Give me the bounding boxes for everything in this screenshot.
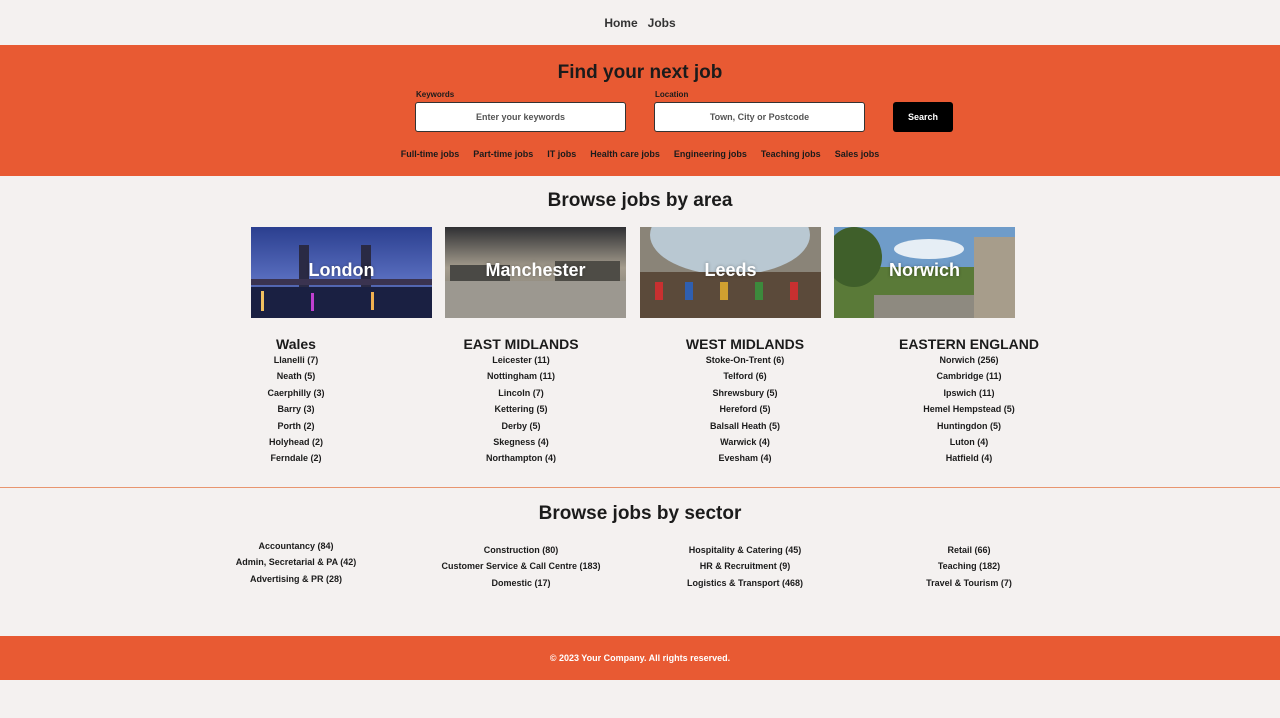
keywords-label: Keywords bbox=[416, 90, 455, 99]
town-link[interactable]: Kettering (5) bbox=[431, 402, 611, 418]
location-input[interactable] bbox=[654, 102, 865, 132]
sector-link[interactable]: Retail (66) bbox=[869, 543, 1069, 559]
quick-link-part-time[interactable]: Part-time jobs bbox=[473, 149, 533, 159]
sector-link[interactable]: Customer Service & Call Centre (183) bbox=[421, 559, 621, 575]
area-card-manchester[interactable]: Manchester bbox=[445, 227, 626, 318]
town-link[interactable]: Ferndale (2) bbox=[206, 451, 386, 467]
town-link[interactable]: Caerphilly (3) bbox=[206, 386, 386, 402]
section-divider bbox=[0, 487, 1280, 488]
area-card-norwich[interactable]: Norwich bbox=[834, 227, 1015, 318]
town-link[interactable]: Evesham (4) bbox=[655, 451, 835, 467]
sector-link[interactable]: Logistics & Transport (468) bbox=[645, 576, 845, 592]
keywords-input[interactable] bbox=[415, 102, 626, 132]
region-eastern-england: EASTERN ENGLAND Norwich (256) Cambridge … bbox=[879, 336, 1059, 468]
town-link[interactable]: Hereford (5) bbox=[655, 402, 835, 418]
region-title: WEST MIDLANDS bbox=[685, 336, 805, 352]
town-link[interactable]: Stoke-On-Trent (6) bbox=[655, 353, 835, 369]
area-card-leeds[interactable]: Leeds bbox=[640, 227, 821, 318]
town-link[interactable]: Ipswich (11) bbox=[879, 386, 1059, 402]
sector-link[interactable]: Construction (80) bbox=[421, 543, 621, 559]
town-link[interactable]: Telford (6) bbox=[655, 369, 835, 385]
town-link[interactable]: Porth (2) bbox=[206, 419, 386, 435]
sector-link[interactable]: HR & Recruitment (9) bbox=[645, 559, 845, 575]
town-link[interactable]: Leicester (11) bbox=[431, 353, 611, 369]
town-link[interactable]: Northampton (4) bbox=[431, 451, 611, 467]
area-card-label: Leeds bbox=[704, 260, 757, 280]
town-link[interactable]: Llanelli (7) bbox=[206, 353, 386, 369]
region-title: EAST MIDLANDS bbox=[463, 336, 579, 352]
town-link[interactable]: Luton (4) bbox=[879, 435, 1059, 451]
town-link[interactable]: Neath (5) bbox=[206, 369, 386, 385]
area-card-label: Norwich bbox=[888, 260, 960, 280]
region-title: Wales bbox=[276, 336, 316, 352]
footer: © 2023 Your Company. All rights reserved… bbox=[0, 636, 1280, 680]
region-west-midlands: WEST MIDLANDS Stoke-On-Trent (6) Telford… bbox=[655, 336, 835, 468]
quick-links: Full-time jobs Part-time jobs IT jobs He… bbox=[0, 149, 1280, 159]
sector-link[interactable]: Advertising & PR (28) bbox=[196, 572, 396, 588]
hero-title: Find your next job bbox=[557, 62, 723, 83]
location-label: Location bbox=[655, 90, 689, 99]
nav-jobs-link[interactable]: Jobs bbox=[648, 16, 676, 30]
quick-link-it[interactable]: IT jobs bbox=[547, 149, 576, 159]
search-button[interactable]: Search bbox=[893, 102, 953, 132]
sector-column-4: Retail (66) Teaching (182) Travel & Tour… bbox=[869, 543, 1069, 592]
sector-link[interactable]: Travel & Tourism (7) bbox=[869, 576, 1069, 592]
region-east-midlands: EAST MIDLANDS Leicester (11) Nottingham … bbox=[431, 336, 611, 468]
town-link[interactable]: Shrewsbury (5) bbox=[655, 386, 835, 402]
quick-link-teaching[interactable]: Teaching jobs bbox=[761, 149, 821, 159]
copyright-text: © 2023 Your Company. All rights reserved… bbox=[549, 653, 731, 663]
search-hero: Find your next job Keywords Location Sea… bbox=[0, 45, 1280, 176]
town-link[interactable]: Huntingdon (5) bbox=[879, 419, 1059, 435]
area-card-london[interactable]: London bbox=[251, 227, 432, 318]
region-wales: Wales Llanelli (7) Neath (5) Caerphilly … bbox=[206, 336, 386, 468]
sector-link[interactable]: Teaching (182) bbox=[869, 559, 1069, 575]
area-card-label: London bbox=[308, 260, 375, 280]
town-link[interactable]: Balsall Heath (5) bbox=[655, 419, 835, 435]
town-link[interactable]: Skegness (4) bbox=[431, 435, 611, 451]
browse-by-area-title: Browse jobs by area bbox=[547, 190, 733, 211]
sector-column-3: Hospitality & Catering (45) HR & Recruit… bbox=[645, 543, 845, 592]
town-link[interactable]: Holyhead (2) bbox=[206, 435, 386, 451]
quick-link-sales[interactable]: Sales jobs bbox=[835, 149, 880, 159]
sector-link[interactable]: Domestic (17) bbox=[421, 576, 621, 592]
town-link[interactable]: Nottingham (11) bbox=[431, 369, 611, 385]
sector-column-1: Accountancy (84) Admin, Secretarial & PA… bbox=[196, 539, 396, 588]
sector-link[interactable]: Accountancy (84) bbox=[196, 539, 396, 555]
town-link[interactable]: Hemel Hempstead (5) bbox=[879, 402, 1059, 418]
town-link[interactable]: Hatfield (4) bbox=[879, 451, 1059, 467]
quick-link-engineering[interactable]: Engineering jobs bbox=[674, 149, 747, 159]
area-card-label: Manchester bbox=[485, 260, 586, 280]
sector-link[interactable]: Admin, Secretarial & PA (42) bbox=[196, 555, 396, 571]
town-link[interactable]: Cambridge (11) bbox=[879, 369, 1059, 385]
town-link[interactable]: Barry (3) bbox=[206, 402, 386, 418]
quick-link-health-care[interactable]: Health care jobs bbox=[590, 149, 660, 159]
browse-by-sector-title: Browse jobs by sector bbox=[538, 503, 742, 524]
sector-link[interactable]: Hospitality & Catering (45) bbox=[645, 543, 845, 559]
sector-column-2: Construction (80) Customer Service & Cal… bbox=[421, 543, 621, 592]
town-link[interactable]: Warwick (4) bbox=[655, 435, 835, 451]
town-link[interactable]: Lincoln (7) bbox=[431, 386, 611, 402]
town-link[interactable]: Derby (5) bbox=[431, 419, 611, 435]
nav-home-link[interactable]: Home bbox=[604, 16, 637, 30]
region-title: EASTERN ENGLAND bbox=[898, 336, 1039, 352]
town-link[interactable]: Norwich (256) bbox=[879, 353, 1059, 369]
quick-link-full-time[interactable]: Full-time jobs bbox=[401, 149, 460, 159]
top-nav: Home Jobs bbox=[0, 0, 1280, 45]
